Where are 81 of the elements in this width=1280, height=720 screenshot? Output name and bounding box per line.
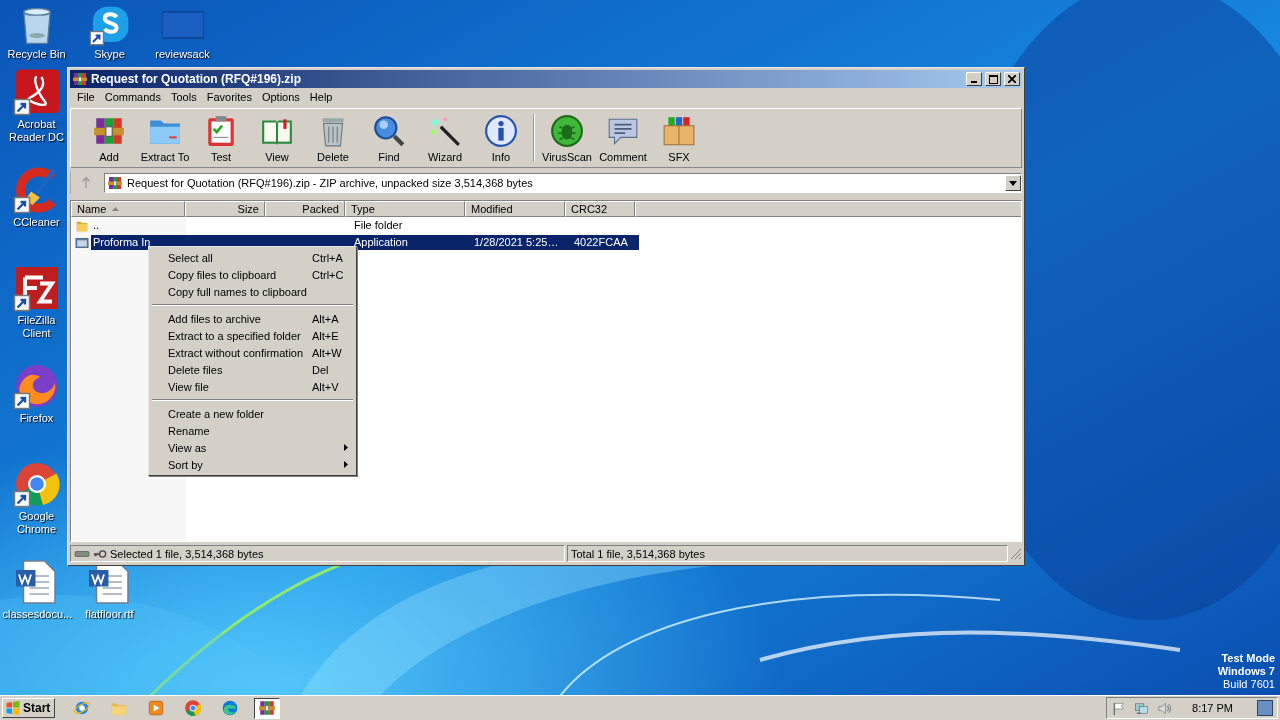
table-cell: 1/28/2021 5:25… <box>469 235 569 250</box>
context-menu-item[interactable]: Select all Ctrl+A <box>151 249 354 266</box>
table-cell: 4022FCAA <box>569 235 639 250</box>
context-menu-item[interactable]: Create a new folder <box>151 405 354 422</box>
table-cell-text: File folder <box>353 218 404 233</box>
media-player-icon <box>147 699 166 717</box>
books-icon <box>107 175 123 191</box>
desktop-icon-label[interactable]: Recycle Bin <box>2 48 71 61</box>
column-header[interactable]: CRC32 <box>565 201 635 217</box>
toolbar-button[interactable]: SFX <box>651 111 707 165</box>
menu-item[interactable]: File <box>72 89 100 106</box>
toolbar-button[interactable]: Info <box>473 111 529 165</box>
toolbar-button[interactable]: View <box>249 111 305 165</box>
desktop-icon-label[interactable]: FileZilla Client <box>2 314 71 340</box>
context-menu-item[interactable]: View file Alt+V <box>151 378 354 395</box>
system-notice-text: Windows 7 <box>1217 665 1275 678</box>
column-header[interactable]: Size <box>185 201 265 217</box>
column-header[interactable]: Name <box>71 201 185 217</box>
browser-icon <box>73 699 92 717</box>
resize-grip-icon[interactable] <box>1010 547 1022 560</box>
network-icon <box>1134 700 1150 716</box>
system-notice-text: Test Mode <box>1221 652 1275 665</box>
maximize-icon <box>988 74 998 84</box>
context-menu-item[interactable]: Delete files Del <box>151 361 354 378</box>
context-menu-item[interactable]: Extract without confirmation Alt+W <box>151 344 354 361</box>
info-icon <box>484 113 518 148</box>
context-menu-item[interactable]: Rename <box>151 422 354 439</box>
file-name-cell[interactable]: .. <box>91 218 189 233</box>
address-field[interactable]: Request for Quotation (RFQ#196).zip - ZIP archive, unpacked size 3,514,368 bytes <box>104 173 1022 193</box>
dropdown-arrow-icon[interactable] <box>1009 180 1017 186</box>
show-desktop-button[interactable] <box>1257 700 1273 716</box>
column-header[interactable]: Type <box>345 201 465 217</box>
column-header[interactable]: Packed <box>265 201 345 217</box>
minimize-button[interactable] <box>966 72 982 86</box>
context-menu-item[interactable]: Copy files to clipboard Ctrl+C <box>151 266 354 283</box>
speaker-icon <box>1157 700 1173 716</box>
clock: 8:17 PM <box>1192 702 1233 714</box>
flag-icon <box>1111 700 1127 716</box>
context-menu-item[interactable]: View as <box>151 439 354 456</box>
table-cell: Application <box>349 235 469 250</box>
desktop-icon-label[interactable]: reviewsack <box>148 48 217 61</box>
toolbar-button[interactable]: Wizard <box>417 111 473 165</box>
menu-item[interactable]: Help <box>304 89 338 106</box>
column-header[interactable]: Modified <box>465 201 565 217</box>
close-icon <box>1008 75 1016 83</box>
browser-icon <box>221 699 240 717</box>
search-icon <box>372 113 406 148</box>
taskbar-button[interactable] <box>254 697 281 719</box>
window-title: Request for Quotation (RFQ#196).zip <box>91 72 302 86</box>
context-menu-item[interactable]: Sort by <box>151 456 354 473</box>
books-icon <box>258 699 277 717</box>
toolbar-button[interactable]: Test <box>193 111 249 165</box>
status-text: Selected 1 file, 3,514,368 bytes <box>110 547 264 560</box>
status-text: Total 1 file, 3,514,368 bytes <box>571 547 705 560</box>
windows-flag-icon <box>5 700 21 716</box>
system-notice-text: Build 7601 <box>1223 678 1275 691</box>
toolbar-button[interactable]: Extract To <box>137 111 193 165</box>
toolbar-button[interactable]: Find <box>361 111 417 165</box>
maximize-button[interactable] <box>985 72 1001 86</box>
context-menu-item[interactable]: Copy full names to clipboard <box>151 283 354 300</box>
toolbar-button[interactable]: VirusScan <box>539 111 595 165</box>
desktop-icon-label[interactable]: CCleaner <box>2 216 71 229</box>
bug-icon <box>550 113 584 148</box>
browser-icon <box>184 699 203 717</box>
menu-item[interactable]: Options <box>256 89 305 106</box>
desktop-icon-label[interactable]: Acrobat Reader DC <box>2 118 71 144</box>
toolbar-button[interactable]: Delete <box>305 111 361 165</box>
context-menu-item[interactable]: Extract to a specified folder Alt+E <box>151 327 354 344</box>
menu-item[interactable]: Favorites <box>201 89 257 106</box>
program-icon <box>75 235 89 250</box>
toolbar-button[interactable]: Add <box>81 111 137 165</box>
menu-item[interactable]: Tools <box>166 89 202 106</box>
context-menu-item[interactable]: Add files to archive Alt+A <box>151 310 354 327</box>
close-button[interactable] <box>1004 72 1020 86</box>
start-button[interactable]: Start <box>2 698 56 718</box>
desktop-icon-label[interactable]: Skype <box>75 48 144 61</box>
desktop-icon-label[interactable]: Firefox <box>2 412 71 425</box>
books-icon <box>72 71 88 87</box>
desktop-icon-label[interactable]: Google Chrome <box>2 510 71 536</box>
toolbar-button[interactable]: Comment <box>595 111 651 165</box>
menu-item[interactable]: Commands <box>99 89 166 106</box>
